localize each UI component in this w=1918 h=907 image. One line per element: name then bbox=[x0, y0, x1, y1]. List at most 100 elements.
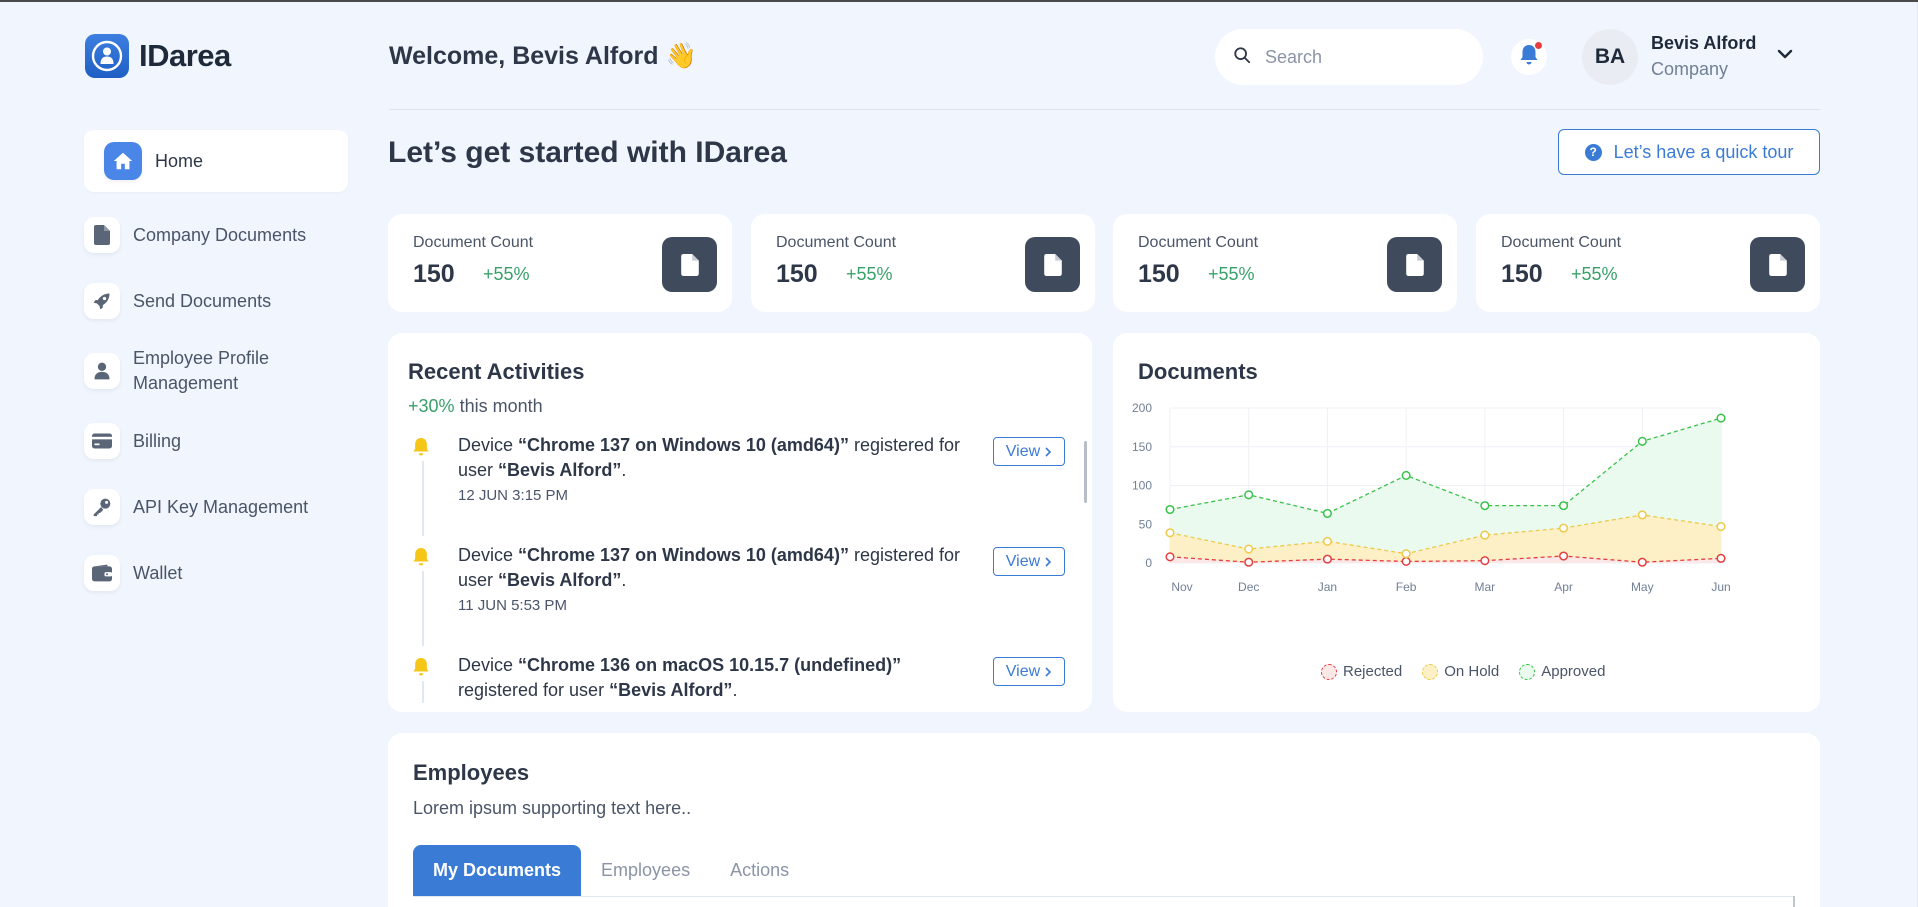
stat-label: Document Count bbox=[776, 234, 897, 251]
brand-logo[interactable]: IDarea bbox=[85, 34, 231, 78]
avatar[interactable]: BA bbox=[1582, 29, 1638, 85]
search-box[interactable] bbox=[1215, 29, 1483, 85]
sidebar-item-label: API Key Management bbox=[133, 496, 309, 517]
view-button[interactable]: View bbox=[993, 657, 1065, 686]
view-button[interactable]: View bbox=[993, 437, 1065, 466]
activity-list[interactable]: Device “Chrome 137 on Windows 10 (amd64)… bbox=[388, 433, 1092, 703]
tab-my-documents[interactable]: My Documents bbox=[413, 845, 582, 896]
recent-activities-card: Recent Activities +30% this month Device… bbox=[388, 333, 1092, 712]
legend-item-on-hold[interactable]: On Hold bbox=[1422, 663, 1499, 680]
sidebar-item-wallet[interactable]: Wallet bbox=[84, 547, 348, 599]
x-tick-label: Apr bbox=[1554, 580, 1573, 594]
stat-value: 150 bbox=[413, 260, 455, 288]
table-scrollbar[interactable] bbox=[1793, 896, 1795, 907]
data-point-rejected bbox=[1401, 556, 1411, 566]
data-point-on-hold bbox=[1244, 544, 1254, 554]
chevron-down-icon[interactable] bbox=[1776, 47, 1794, 65]
employees-subtitle: Lorem ipsum supporting text here.. bbox=[413, 798, 692, 818]
activity-text: Device “Chrome 137 on Windows 10 (amd64)… bbox=[458, 545, 961, 590]
notifications-button[interactable] bbox=[1511, 39, 1547, 75]
credit-card-icon bbox=[84, 423, 120, 459]
tab-actions[interactable]: Actions bbox=[710, 845, 809, 896]
timeline-line bbox=[422, 571, 424, 646]
activity-user: “Bevis Alford” bbox=[498, 570, 622, 590]
sidebar-item-label: Home bbox=[155, 150, 204, 171]
data-point-on-hold bbox=[1165, 528, 1175, 538]
brand-name: IDarea bbox=[139, 38, 231, 73]
user-name: Bevis Alford bbox=[1651, 33, 1757, 53]
quick-tour-button[interactable]: ? Let’s have a quick tour bbox=[1558, 129, 1820, 175]
activity-device: “Chrome 136 on macOS 10.15.7 (undefined)… bbox=[518, 655, 902, 675]
data-point-on-hold bbox=[1401, 549, 1411, 559]
welcome-heading: Welcome, Bevis Alford 👋 bbox=[389, 42, 697, 70]
rocket-icon bbox=[84, 283, 120, 319]
y-tick-label: 50 bbox=[1139, 517, 1153, 531]
stat-change: +55% bbox=[483, 264, 530, 284]
legend-swatch bbox=[1422, 663, 1439, 680]
sidebar-item-billing[interactable]: Billing bbox=[84, 415, 348, 467]
tab-employees[interactable]: Employees bbox=[581, 845, 710, 896]
data-point-on-hold bbox=[1637, 510, 1647, 520]
document-icon bbox=[84, 217, 120, 253]
recent-activities-title: Recent Activities bbox=[408, 359, 585, 384]
activity-scrollbar[interactable] bbox=[1084, 441, 1087, 503]
help-icon: ? bbox=[1584, 143, 1602, 161]
legend-swatch bbox=[1321, 663, 1337, 680]
sidebar-item-label: Wallet bbox=[133, 562, 183, 583]
legend-item-rejected[interactable]: Rejected bbox=[1321, 663, 1402, 680]
activity-item: Device “Chrome 136 on macOS 10.15.7 (und… bbox=[388, 653, 1092, 703]
notification-badge bbox=[1535, 42, 1542, 49]
data-point-on-hold bbox=[1322, 536, 1332, 546]
data-point-approved bbox=[1322, 508, 1332, 518]
user-role: Company bbox=[1651, 59, 1729, 79]
activity-user: “Bevis Alford” bbox=[498, 460, 622, 480]
stat-card: Document Count 150 +55% bbox=[388, 214, 732, 312]
y-tick-label: 0 bbox=[1145, 556, 1152, 570]
data-point-on-hold bbox=[1559, 523, 1569, 533]
stat-change: +55% bbox=[846, 264, 893, 284]
data-point-on-hold bbox=[1480, 530, 1490, 540]
employees-card: Employees Lorem ipsum supporting text he… bbox=[388, 733, 1820, 907]
data-point-approved bbox=[1559, 501, 1569, 511]
stat-value: 150 bbox=[776, 260, 818, 288]
search-input[interactable] bbox=[1265, 46, 1455, 68]
data-point-rejected bbox=[1322, 554, 1332, 564]
sidebar-item-home[interactable]: Home bbox=[84, 130, 348, 192]
sidebar-item-api-keys[interactable]: API Key Management bbox=[84, 481, 348, 533]
sidebar-item-company-documents[interactable]: Company Documents bbox=[84, 209, 348, 261]
bell-icon bbox=[412, 547, 430, 572]
quick-tour-label: Let’s have a quick tour bbox=[1613, 141, 1794, 162]
activities-change: +30% bbox=[408, 396, 455, 416]
search-icon bbox=[1233, 46, 1251, 69]
view-button[interactable]: View bbox=[993, 547, 1065, 576]
data-point-approved bbox=[1637, 436, 1647, 446]
legend-label: Rejected bbox=[1343, 663, 1403, 680]
stat-value: 150 bbox=[1501, 260, 1543, 288]
timeline-line bbox=[422, 461, 424, 536]
sidebar-item-send-documents[interactable]: Send Documents bbox=[84, 275, 348, 327]
header-divider bbox=[389, 109, 1820, 110]
employees-tabs: My Documents Employees Actions bbox=[413, 845, 809, 896]
sidebar-item-label: Send Documents bbox=[133, 290, 272, 311]
activity-time: 11 JUN 5:53 PM bbox=[458, 597, 567, 614]
x-tick-label: Dec bbox=[1238, 580, 1259, 594]
data-point-rejected bbox=[1637, 557, 1647, 567]
activities-summary: +30% this month bbox=[408, 396, 543, 417]
x-tick-label: Nov bbox=[1171, 580, 1192, 594]
chevron-right-icon bbox=[1045, 556, 1052, 567]
data-point-rejected bbox=[1559, 551, 1569, 561]
documents-chart-card: Documents 0 50 100 150 200 Nov Dec Jan Feb Mar Apr… bbox=[1113, 333, 1820, 712]
legend-item-approved[interactable]: Approved bbox=[1519, 663, 1605, 680]
x-tick-label: Mar bbox=[1475, 580, 1496, 594]
sidebar-item-employee-profile[interactable]: Employee Profile Management bbox=[84, 341, 348, 401]
y-tick-label: 100 bbox=[1132, 479, 1152, 493]
data-point-approved bbox=[1165, 504, 1175, 515]
stat-label: Document Count bbox=[1501, 234, 1622, 251]
home-icon bbox=[104, 142, 142, 180]
user-icon bbox=[84, 353, 120, 389]
x-tick-label: May bbox=[1631, 580, 1654, 594]
x-tick-label: Jun bbox=[1711, 580, 1730, 594]
stat-change: +55% bbox=[1208, 264, 1255, 284]
bell-icon bbox=[412, 437, 430, 462]
data-point-on-hold bbox=[1716, 522, 1726, 532]
